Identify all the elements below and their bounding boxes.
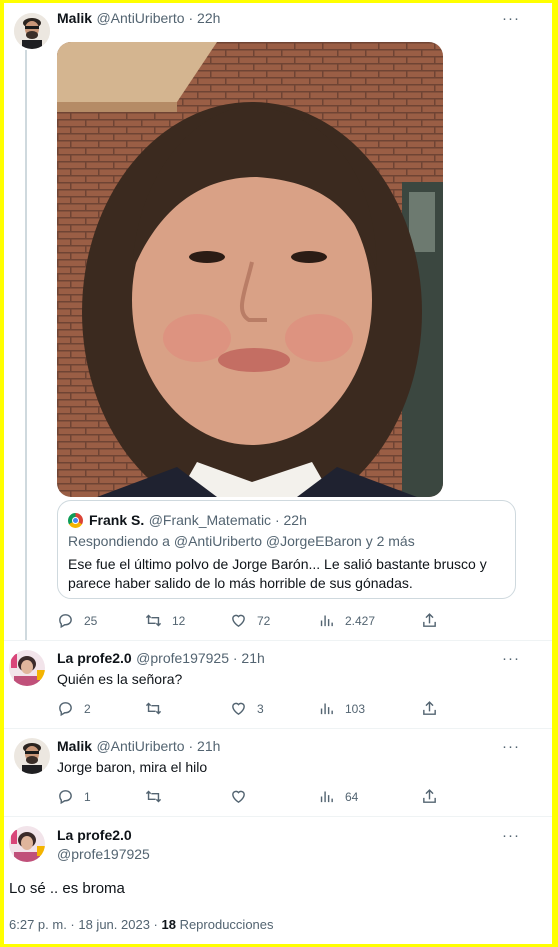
- tweet-timestamp: 6:27 p. m. · 18 jun. 2023 · 18 Reproducc…: [9, 917, 274, 932]
- like-icon: [232, 702, 245, 716]
- views-count: 64: [345, 789, 359, 804]
- tweet-text: Jorge baron, mira el hilo: [57, 759, 208, 775]
- share-icon: [423, 701, 436, 715]
- views-button[interactable]: 103: [318, 700, 365, 717]
- reply-button[interactable]: 25: [57, 612, 97, 629]
- share-button[interactable]: [421, 700, 448, 717]
- views-count: 18: [161, 917, 176, 932]
- like-button[interactable]: [230, 788, 257, 805]
- more-icon[interactable]: ···: [502, 738, 520, 755]
- author-name[interactable]: La profe2.0: [57, 650, 132, 666]
- author-name[interactable]: La profe2.0: [57, 827, 132, 843]
- like-button[interactable]: 3: [230, 700, 264, 717]
- share-button[interactable]: [421, 612, 448, 629]
- retweet-icon: [145, 790, 162, 803]
- like-button[interactable]: 72: [230, 612, 270, 629]
- thread-line: [25, 50, 27, 640]
- author-handle[interactable]: @profe197925 · 21h: [136, 650, 265, 666]
- tweet-photo[interactable]: [57, 42, 443, 497]
- views-icon: [320, 703, 333, 715]
- retweet-icon: [145, 614, 162, 627]
- author-handle[interactable]: @AntiUriberto · 21h: [96, 738, 220, 754]
- quote-header: Frank S. @Frank_Matematic · 22h: [68, 511, 307, 529]
- reply-button[interactable]: 2: [57, 700, 91, 717]
- chrome-icon: [68, 512, 83, 528]
- avatar[interactable]: [9, 650, 45, 686]
- tweet-header: Malik @AntiUriberto · 21h: [57, 738, 220, 756]
- divider: [0, 728, 558, 729]
- photo-image: [57, 42, 443, 497]
- share-button[interactable]: [421, 788, 448, 805]
- reply-button[interactable]: 1: [57, 788, 91, 805]
- reply-count: 2: [84, 701, 91, 716]
- share-icon: [423, 613, 436, 627]
- reply-icon: [59, 614, 72, 629]
- quote-author-handle: @Frank_Matematic · 22h: [148, 512, 307, 528]
- views-count: 2.427: [345, 613, 376, 628]
- quote-replying-to: Respondiendo a @AntiUriberto @JorgeEBaro…: [68, 533, 415, 549]
- divider: [0, 816, 558, 817]
- avatar-malik-image: [14, 13, 50, 49]
- views-icon: [320, 791, 333, 803]
- main-tweet-text: Lo sé .. es broma: [9, 880, 125, 897]
- author-name[interactable]: Malik: [57, 738, 92, 754]
- author-handle[interactable]: @AntiUriberto · 22h: [96, 10, 220, 26]
- quote-author-name: Frank S.: [89, 512, 145, 528]
- avatar[interactable]: [9, 826, 45, 862]
- timestamp-text[interactable]: 6:27 p. m. · 18 jun. 2023 ·: [9, 917, 161, 932]
- reply-count: 1: [84, 789, 91, 804]
- like-icon: [232, 790, 245, 804]
- retweet-count: 12: [172, 613, 186, 628]
- quote-text-line-2: parece haber salido de lo más horrible d…: [68, 575, 413, 591]
- reply-icon: [59, 790, 72, 805]
- avatar-profe-image: [9, 826, 45, 862]
- views-button[interactable]: 64: [318, 788, 358, 805]
- avatar[interactable]: [14, 738, 50, 774]
- reply-count: 25: [84, 613, 98, 628]
- views-label: Reproducciones: [175, 917, 274, 932]
- reply-icon: [59, 702, 72, 717]
- avatar-malik-image: [14, 738, 50, 774]
- share-icon: [423, 789, 436, 803]
- avatar[interactable]: [14, 13, 50, 49]
- views-button[interactable]: 2.427: [318, 612, 375, 629]
- retweet-button[interactable]: 12: [145, 612, 185, 629]
- avatar-profe-image: [9, 650, 45, 686]
- more-icon[interactable]: ···: [502, 10, 520, 27]
- author-name[interactable]: Malik: [57, 10, 92, 26]
- retweet-button[interactable]: [145, 788, 172, 805]
- like-icon: [232, 614, 245, 628]
- more-icon[interactable]: ···: [502, 650, 520, 667]
- retweet-icon: [145, 702, 162, 715]
- like-count: 72: [257, 613, 271, 628]
- like-count: 3: [257, 701, 264, 716]
- more-icon[interactable]: ···: [502, 827, 520, 844]
- quoted-tweet[interactable]: Frank S. @Frank_Matematic · 22h Respondi…: [57, 500, 516, 599]
- tweet-header: La profe2.0 @profe197925 · 21h: [57, 650, 265, 668]
- author-handle[interactable]: @profe197925: [57, 846, 150, 862]
- retweet-button[interactable]: [145, 700, 172, 717]
- views-count: 103: [345, 701, 366, 716]
- divider: [0, 640, 558, 641]
- quote-text-line-1: Ese fue el último polvo de Jorge Barón..…: [68, 556, 487, 572]
- tweet-header: Malik @AntiUriberto · 22h: [57, 10, 220, 28]
- views-icon: [320, 615, 333, 627]
- tweet-text: Quién es la señora?: [57, 671, 183, 687]
